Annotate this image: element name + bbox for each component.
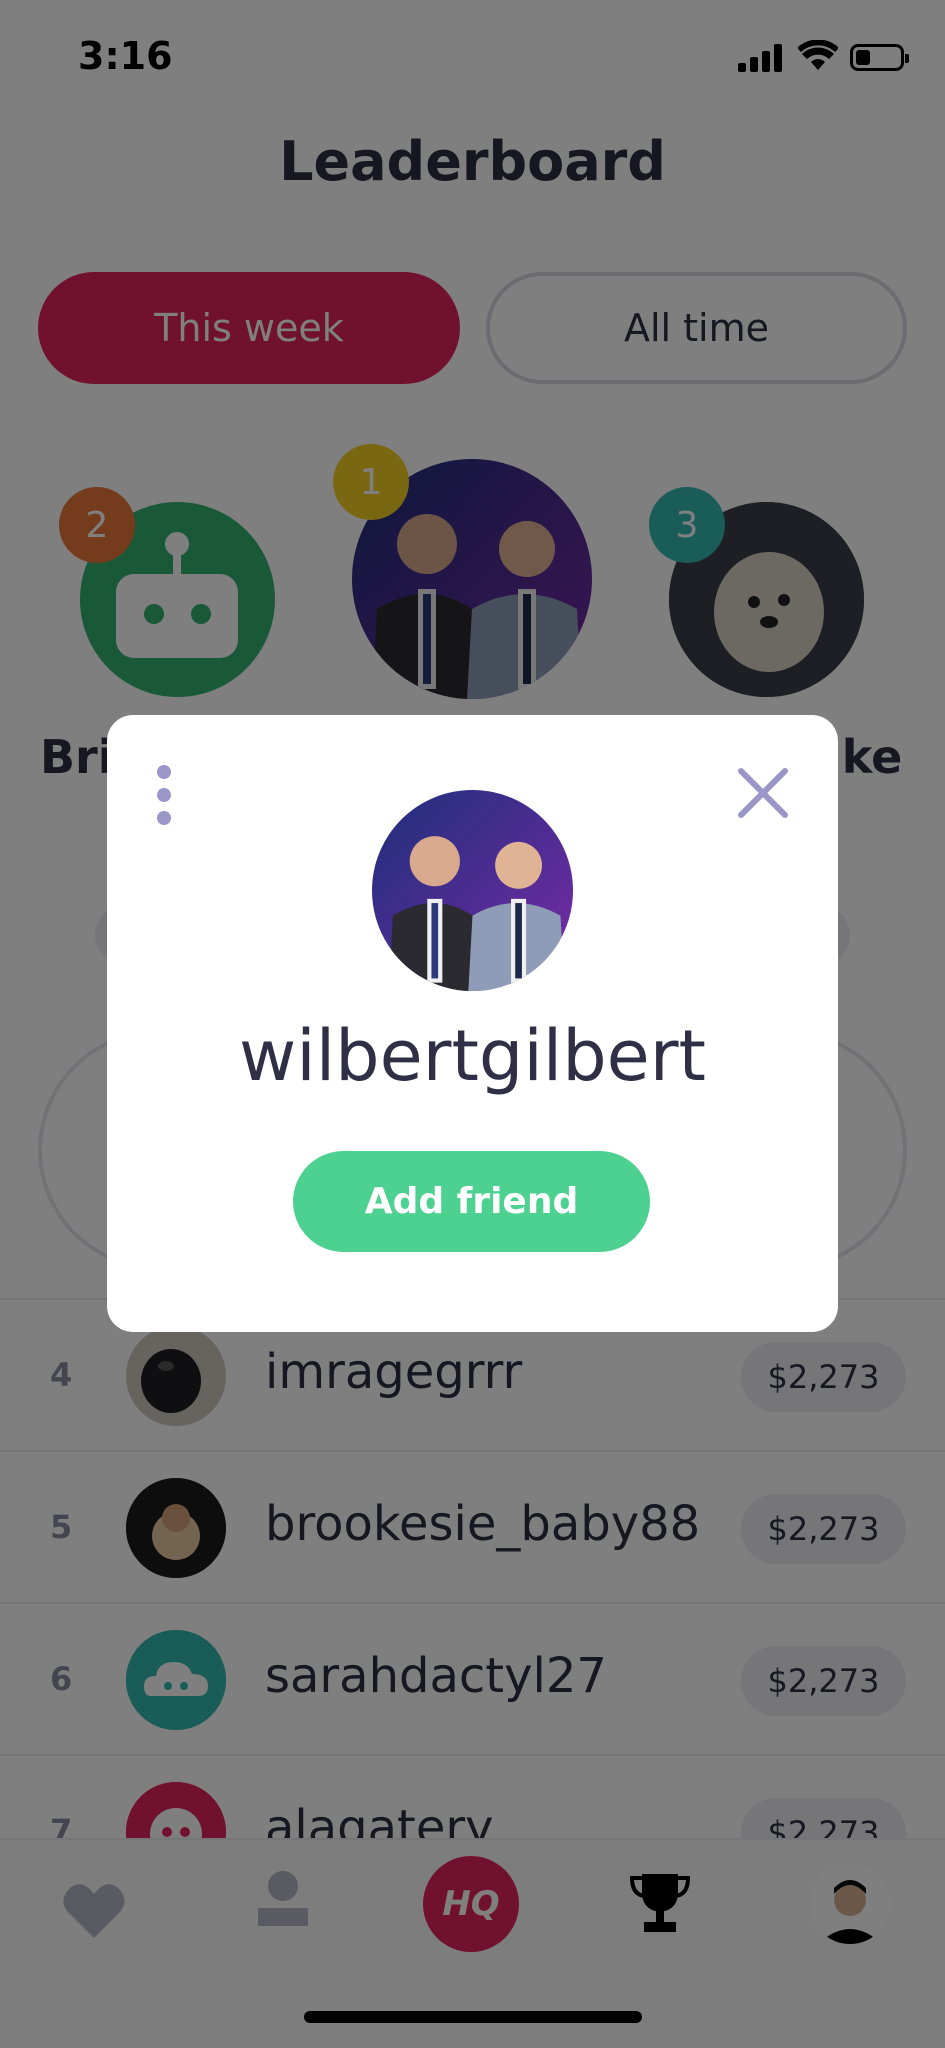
- user-profile-modal: wilbertgilbert Add friend: [107, 715, 838, 1332]
- close-icon[interactable]: [735, 765, 791, 821]
- modal-avatar: [372, 790, 573, 991]
- add-friend-button[interactable]: Add friend: [293, 1151, 650, 1252]
- more-options-icon[interactable]: [149, 765, 179, 825]
- modal-username: wilbertgilbert: [239, 1015, 706, 1097]
